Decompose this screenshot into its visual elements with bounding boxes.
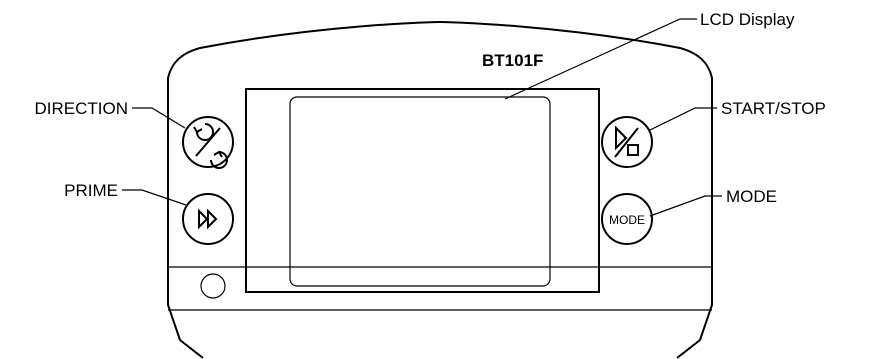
device-housing xyxy=(167,20,713,359)
direction-arrows-icon xyxy=(193,123,228,169)
indicator-circle xyxy=(200,273,226,299)
label-mode: MODE xyxy=(726,187,777,206)
mode-button-text: MODE xyxy=(609,213,645,227)
lcd-bezel xyxy=(245,88,600,293)
model-name: BT101F xyxy=(482,51,543,70)
play-stop-icon xyxy=(614,125,639,158)
label-prime: PRIME xyxy=(64,181,118,200)
label-direction: DIRECTION xyxy=(35,99,129,118)
label-lcd-display: LCD Display xyxy=(700,10,795,29)
leader-direction xyxy=(132,107,186,129)
label-start-stop: START/STOP xyxy=(721,99,826,118)
lcd-screen xyxy=(289,96,551,287)
pump-front-panel-diagram: BT101F MODE LCD Display DIRECTION PRIME … xyxy=(35,10,826,359)
leader-start-stop xyxy=(649,107,717,131)
start-stop-button[interactable] xyxy=(601,116,653,168)
leader-prime xyxy=(122,189,187,206)
mode-button[interactable]: MODE xyxy=(601,193,653,245)
direction-button[interactable] xyxy=(182,116,234,169)
fast-forward-icon xyxy=(198,208,218,230)
prime-button[interactable] xyxy=(182,193,234,245)
